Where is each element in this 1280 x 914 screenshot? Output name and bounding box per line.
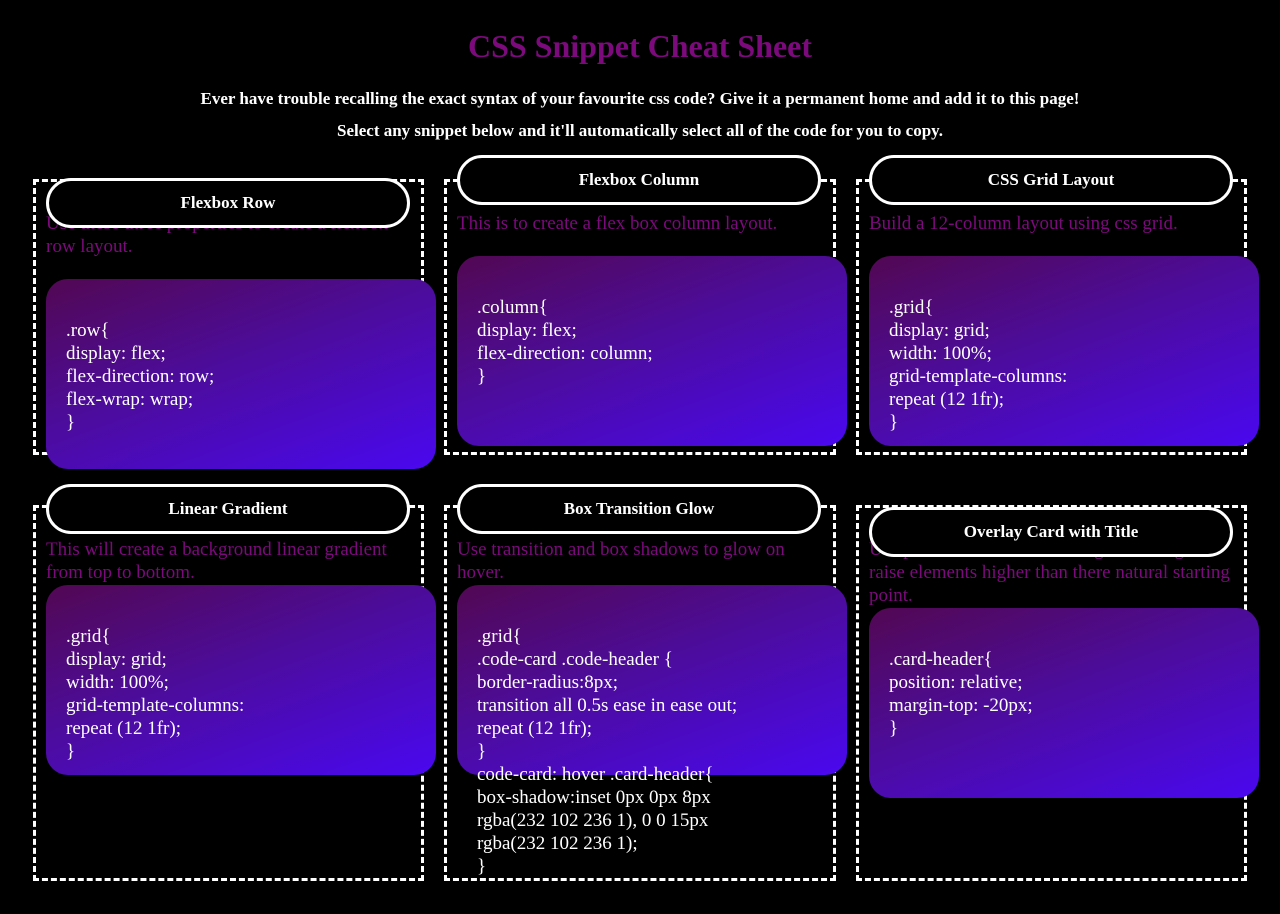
page: CSS Snippet Cheat Sheet Ever have troubl… (0, 0, 1280, 914)
code-snippet[interactable]: .row{ display: flex; flex-direction: row… (66, 319, 214, 434)
card-title-flexbox-column[interactable]: Flexbox Column (457, 155, 821, 205)
code-snippet[interactable]: .card-header{ position: relative; margin… (889, 648, 1033, 740)
code-snippet[interactable]: .grid{ display: grid; width: 100%; grid-… (66, 625, 244, 763)
card-title-css-grid[interactable]: CSS Grid Layout (869, 155, 1233, 205)
card-description: Use transition and box shadows to glow o… (457, 539, 785, 583)
card-title-linear-gradient[interactable]: Linear Gradient (46, 484, 410, 534)
card-title-flexbox-row[interactable]: Flexbox Row (46, 178, 410, 228)
page-title: CSS Snippet Cheat Sheet (467, 28, 813, 64)
code-snippet[interactable]: .grid{ .code-card .code-header { border-… (477, 625, 737, 878)
instruction-text: Select any snippet below and it'll autom… (337, 121, 943, 140)
card-description: This will create a background linear gra… (46, 539, 387, 583)
card-title-overlay-title[interactable]: Overlay Card with Title (869, 507, 1233, 557)
card-title-box-transition-glow[interactable]: Box Transition Glow (457, 484, 821, 534)
code-snippet[interactable]: .grid{ display: grid; width: 100%; grid-… (889, 296, 1067, 434)
card-description: This is to create a flex box column layo… (457, 213, 778, 234)
intro-text: Ever have trouble recalling the exact sy… (200, 89, 1080, 108)
code-snippet[interactable]: .column{ display: flex; flex-direction: … (477, 296, 653, 388)
card-description: Build a 12-column layout using css grid. (869, 213, 1178, 234)
